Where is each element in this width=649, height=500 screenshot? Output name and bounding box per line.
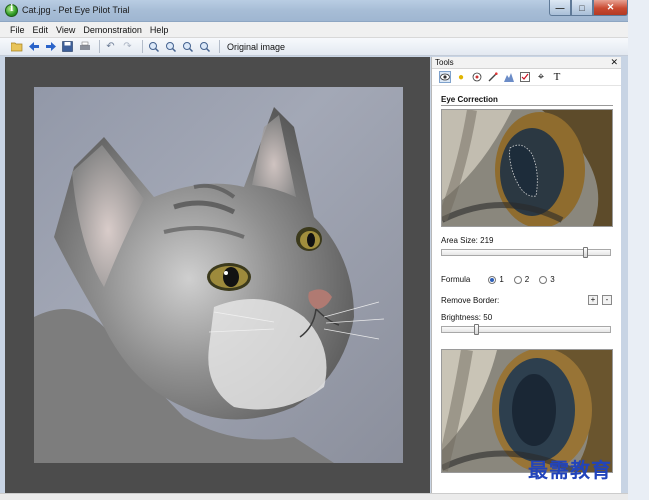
zoom-out-icon[interactable]: [164, 40, 177, 53]
tools-header: Tools ✕: [432, 57, 621, 69]
tool-icon-bar: ● ⌖ T: [432, 69, 621, 86]
toolbar-separator: [142, 40, 143, 53]
zoom-actual-icon[interactable]: [198, 40, 211, 53]
watermark-text: 最需教育: [528, 458, 612, 482]
brightness-slider[interactable]: [441, 324, 611, 335]
status-bar: [0, 493, 628, 500]
desktop-edge: [628, 0, 649, 500]
brightness-thumb[interactable]: [474, 324, 479, 335]
text-icon[interactable]: T: [551, 71, 563, 83]
menu-edit[interactable]: Edit: [33, 25, 49, 35]
toolbar-separator: [99, 40, 100, 53]
formula-option-3: 3: [550, 275, 555, 284]
forward-arrow-icon[interactable]: [44, 40, 57, 53]
tools-title: Tools: [435, 58, 454, 67]
tools-close-icon[interactable]: ✕: [610, 57, 618, 68]
maximize-button[interactable]: □: [571, 0, 593, 16]
redo-icon[interactable]: ↷: [121, 40, 134, 53]
open-folder-icon[interactable]: [10, 40, 23, 53]
menu-demonstration[interactable]: Demonstration: [83, 25, 142, 35]
checkbox-icon[interactable]: [519, 71, 531, 83]
brightness-label: Brightness: 50: [441, 313, 493, 322]
menu-file[interactable]: File: [10, 25, 25, 35]
back-arrow-icon[interactable]: [27, 40, 40, 53]
formula-radio-3[interactable]: [539, 275, 548, 284]
undo-icon[interactable]: ↶: [104, 40, 117, 53]
zoom-in-icon[interactable]: [147, 40, 160, 53]
formula-option-1: 1: [499, 275, 504, 284]
title-bar: Cat.jpg - Pet Eye Pilot Trial — □ ✕: [0, 0, 628, 22]
image-workspace[interactable]: [5, 57, 430, 493]
menu-view[interactable]: View: [56, 25, 75, 35]
bulb-icon[interactable]: ●: [455, 71, 467, 83]
formula-label: Formula: [441, 275, 471, 284]
app-icon: [5, 4, 18, 17]
zoom-fit-icon[interactable]: [181, 40, 194, 53]
crop-icon[interactable]: ⌖: [535, 71, 547, 83]
formula-row: Formula 1 2 3: [441, 275, 555, 284]
remove-border-label: Remove Border:: [441, 296, 500, 305]
cat-photo[interactable]: [34, 87, 403, 463]
area-size-label: Area Size: 219: [441, 236, 494, 245]
original-image-button[interactable]: Original image: [224, 42, 288, 52]
formula-radio-2[interactable]: [513, 275, 522, 284]
remove-border-minus-button[interactable]: -: [602, 295, 612, 305]
levels-icon[interactable]: [503, 71, 515, 83]
area-size-thumb[interactable]: [583, 247, 588, 258]
save-icon[interactable]: [61, 40, 74, 53]
toolbar: ↶ ↷ Original image: [0, 38, 628, 56]
minimize-button[interactable]: —: [549, 0, 571, 16]
tools-panel: Tools ✕ ● ⌖ T Eye Correction Area Size: …: [431, 57, 621, 493]
formula-radio-1[interactable]: [488, 275, 497, 284]
print-icon[interactable]: [78, 40, 91, 53]
section-eye-correction: Eye Correction: [441, 95, 613, 106]
wand-icon[interactable]: [487, 71, 499, 83]
area-size-slider[interactable]: [441, 247, 611, 258]
formula-option-2: 2: [524, 275, 530, 284]
eye-icon[interactable]: [439, 71, 451, 83]
remove-border-plus-button[interactable]: +: [588, 295, 598, 305]
window-title: Cat.jpg - Pet Eye Pilot Trial: [22, 5, 130, 15]
target-icon[interactable]: [471, 71, 483, 83]
close-button[interactable]: ✕: [593, 0, 628, 16]
menu-bar: File Edit View Demonstration Help: [0, 22, 628, 38]
toolbar-separator: [219, 40, 220, 53]
menu-help[interactable]: Help: [150, 25, 169, 35]
eye-preview-zoomed[interactable]: [441, 109, 613, 227]
